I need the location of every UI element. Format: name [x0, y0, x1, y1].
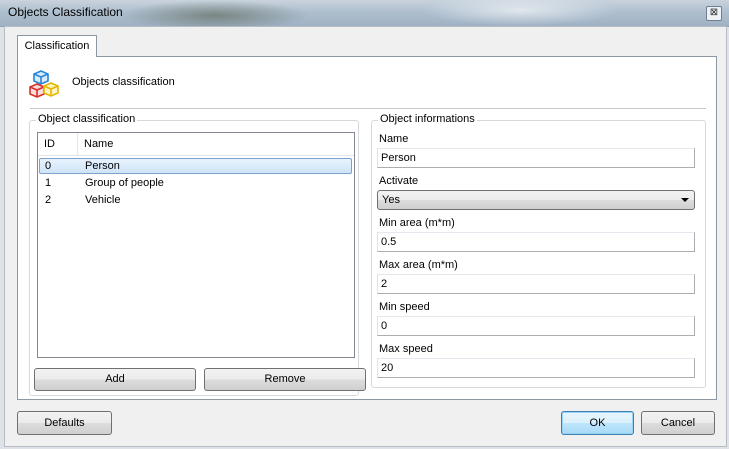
max-area-label: Max area (m*m): [379, 259, 458, 271]
list-item-name: Group of people: [85, 177, 164, 189]
header-title: Objects classification: [72, 76, 175, 88]
chevron-down-icon[interactable]: [681, 198, 689, 202]
defaults-button[interactable]: Defaults: [17, 411, 112, 435]
remove-button[interactable]: Remove: [204, 368, 366, 391]
min-speed-field[interactable]: [377, 316, 695, 336]
max-area-field[interactable]: [377, 274, 695, 294]
tab-classification[interactable]: Classification: [17, 35, 97, 57]
column-header-name[interactable]: Name: [84, 138, 113, 150]
min-area-label: Min area (m*m): [379, 217, 455, 229]
column-header-id[interactable]: ID: [44, 138, 55, 150]
list-item[interactable]: 1 Group of people: [39, 175, 352, 191]
object-list[interactable]: ID Name 0 Person 1 Group of people 2 Veh…: [37, 132, 355, 358]
object-informations-group: Object informations Name Activate Yes Mi…: [371, 113, 706, 388]
cubes-icon: [29, 70, 59, 98]
max-speed-label: Max speed: [379, 343, 433, 355]
list-item[interactable]: 2 Vehicle: [39, 192, 352, 208]
list-item-id: 1: [45, 177, 52, 189]
list-item-id: 0: [45, 160, 52, 172]
ok-button[interactable]: OK: [561, 411, 634, 435]
add-button[interactable]: Add: [34, 368, 196, 391]
object-classification-group: Object classification ID Name 0 Person 1…: [29, 113, 366, 396]
list-header: ID Name: [38, 133, 354, 156]
activate-label: Activate: [379, 175, 419, 187]
title-bar[interactable]: Objects Classification ⊠: [0, 0, 729, 27]
max-speed-field[interactable]: [377, 358, 695, 378]
list-item-name: Vehicle: [85, 194, 121, 206]
object-informations-legend: Object informations: [378, 113, 477, 125]
dialog-body: Classification Objects classification Ob…: [4, 26, 727, 447]
close-button[interactable]: ⊠: [706, 6, 722, 21]
title-bar-highlight: [420, 0, 620, 26]
name-field[interactable]: [377, 148, 695, 168]
list-item[interactable]: 0 Person: [39, 158, 352, 174]
window-title: Objects Classification: [8, 5, 123, 19]
activate-select-value: Yes: [382, 194, 400, 206]
min-speed-label: Min speed: [379, 301, 430, 313]
activate-select[interactable]: Yes: [377, 190, 695, 210]
min-area-field[interactable]: [377, 232, 695, 252]
name-label: Name: [379, 133, 409, 145]
tab-panel-classification: Objects classification Object classifica…: [17, 56, 717, 400]
column-separator: [77, 133, 78, 155]
list-item-id: 2: [45, 194, 52, 206]
object-classification-legend: Object classification: [36, 113, 138, 125]
header-divider: [30, 108, 706, 109]
cancel-button[interactable]: Cancel: [641, 411, 715, 435]
list-item-name: Person: [85, 160, 120, 172]
title-bar-background: [120, 0, 310, 26]
